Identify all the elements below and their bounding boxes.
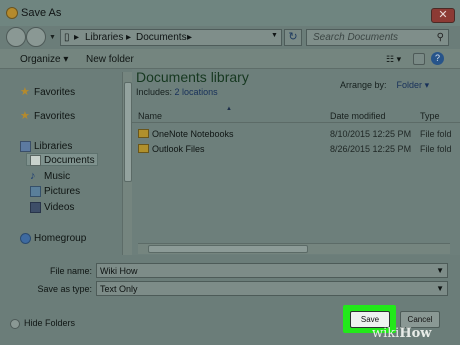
view-options-icon[interactable]: ☷ ▾ bbox=[386, 54, 401, 65]
music-icon: ♪ bbox=[30, 170, 36, 182]
save-as-dialog: Save As ✕ ▼ ▯ ▸ Libraries ▸ Documents ▸ … bbox=[0, 0, 460, 345]
search-placeholder: Search Documents bbox=[313, 32, 399, 43]
search-input[interactable]: Search Documents ⚲ bbox=[306, 29, 449, 46]
organize-button[interactable]: Organize ▾ bbox=[20, 54, 68, 65]
search-icon: ⚲ bbox=[436, 32, 444, 43]
library-includes: Includes: 2 locations bbox=[136, 87, 218, 97]
horizontal-scrollbar-thumb[interactable] bbox=[148, 245, 308, 253]
column-type[interactable]: Type bbox=[420, 111, 440, 121]
watermark-logo: wikiHow bbox=[372, 326, 432, 341]
breadcrumb-separator-icon: ▸ bbox=[126, 32, 132, 43]
videos-icon bbox=[30, 202, 41, 213]
pictures-icon bbox=[30, 186, 41, 197]
chevron-down-icon[interactable]: ▼ bbox=[436, 266, 444, 275]
folder-icon: ▯ bbox=[64, 32, 70, 43]
address-bar[interactable]: ▯ ▸ Libraries ▸ Documents ▸ ▼ bbox=[60, 29, 282, 46]
library-title: Documents library bbox=[136, 69, 249, 85]
file-name-label: File name: bbox=[49, 266, 92, 276]
star-icon: ★ bbox=[20, 110, 30, 122]
title-bar: Save As ✕ bbox=[0, 0, 460, 26]
recent-dropdown-icon[interactable]: ▼ bbox=[49, 34, 56, 41]
close-button[interactable]: ✕ bbox=[431, 8, 455, 23]
folder-icon bbox=[138, 129, 149, 138]
libraries-icon bbox=[20, 141, 31, 152]
collapse-icon bbox=[10, 318, 20, 329]
documents-icon bbox=[30, 155, 41, 166]
file-row[interactable]: OneNote Notebooks 8/10/2015 12:25 PM Fil… bbox=[132, 127, 460, 142]
column-header-row: Name ▲ Date modified Type bbox=[132, 106, 460, 123]
star-icon: ★ bbox=[20, 86, 30, 98]
file-name-input[interactable]: Wiki How ▼ bbox=[96, 263, 448, 278]
address-row: ▼ ▯ ▸ Libraries ▸ Documents ▸ ▼ ↻ Search… bbox=[0, 26, 460, 48]
horizontal-scrollbar[interactable] bbox=[138, 243, 450, 254]
homegroup-icon bbox=[20, 233, 31, 244]
nav-scrollbar-thumb[interactable] bbox=[124, 82, 132, 182]
arrange-by: Arrange by: Folder ▾ bbox=[340, 80, 430, 90]
refresh-button[interactable]: ↻ bbox=[284, 29, 302, 46]
column-date-modified[interactable]: Date modified bbox=[330, 111, 386, 121]
app-icon bbox=[6, 7, 18, 19]
arrange-by-dropdown[interactable]: Folder ▾ bbox=[397, 80, 430, 90]
hide-folders-button[interactable]: Hide Folders bbox=[10, 318, 75, 329]
save-as-type-label: Save as type: bbox=[37, 284, 92, 294]
nav-scrollbar[interactable] bbox=[122, 72, 132, 255]
save-as-type-select[interactable]: Text Only ▼ bbox=[96, 281, 448, 296]
new-folder-button[interactable]: New folder bbox=[86, 54, 134, 65]
breadcrumb-libraries[interactable]: Libraries bbox=[85, 32, 123, 43]
toolbar: Organize ▾ New folder ☷ ▾ ? bbox=[0, 49, 460, 69]
breadcrumb-documents[interactable]: Documents bbox=[136, 32, 187, 43]
breadcrumb-separator-icon: ▸ bbox=[187, 32, 193, 43]
forward-button[interactable] bbox=[26, 27, 46, 47]
file-list-pane: Documents library Includes: 2 locations … bbox=[132, 69, 460, 255]
folder-icon bbox=[138, 144, 149, 153]
column-name[interactable]: Name bbox=[138, 111, 162, 121]
back-button[interactable] bbox=[6, 27, 26, 47]
view-pane-icon[interactable] bbox=[413, 53, 425, 65]
chevron-down-icon[interactable]: ▼ bbox=[436, 284, 444, 293]
window-title: Save As bbox=[21, 7, 62, 19]
locations-link[interactable]: 2 locations bbox=[175, 87, 218, 97]
help-icon[interactable]: ? bbox=[431, 52, 444, 65]
sort-arrow-icon: ▲ bbox=[226, 106, 232, 112]
breadcrumb-separator-icon: ▸ bbox=[74, 32, 80, 43]
address-dropdown-icon[interactable]: ▼ bbox=[271, 32, 278, 39]
navigation-pane: ★ Favorites ★ Favorites Libraries Docume… bbox=[8, 72, 122, 255]
file-row[interactable]: Outlook Files 8/26/2015 12:25 PM File fo… bbox=[132, 142, 460, 157]
